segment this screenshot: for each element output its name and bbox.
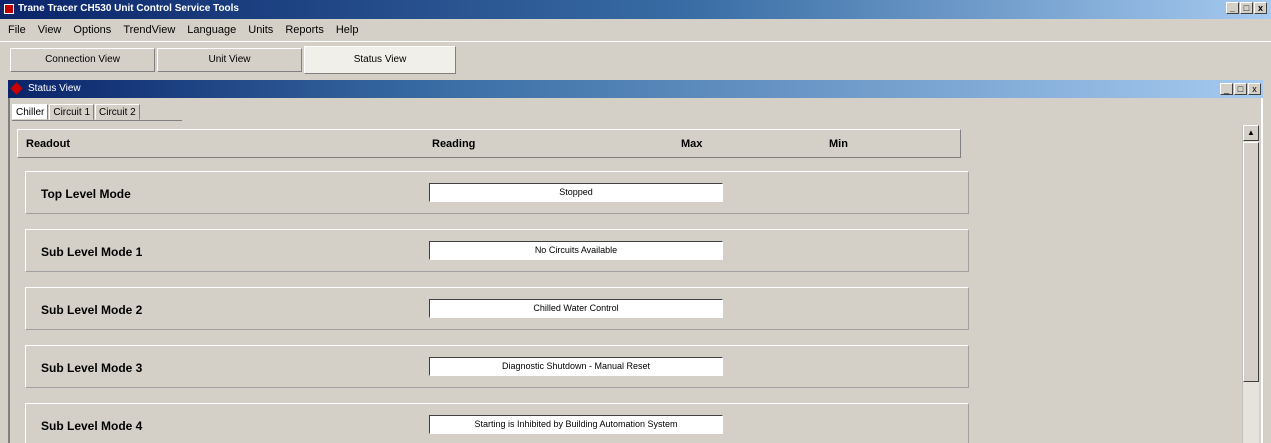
menu-bar: File View Options TrendView Language Uni… xyxy=(0,19,1271,41)
row-label: Sub Level Mode 3 xyxy=(41,361,143,375)
menu-help[interactable]: Help xyxy=(330,24,365,36)
scroll-up-button[interactable]: ▲ xyxy=(1243,125,1259,141)
table-row: Sub Level Mode 2 Chilled Water Control xyxy=(25,287,969,330)
menu-view[interactable]: View xyxy=(32,24,68,36)
row-label: Sub Level Mode 2 xyxy=(41,303,143,317)
title-bar: Trane Tracer CH530 Unit Control Service … xyxy=(0,0,1271,19)
reading-field: Starting is Inhibited by Building Automa… xyxy=(429,415,723,434)
app-icon xyxy=(4,4,14,14)
tab-circuit-2[interactable]: Circuit 2 xyxy=(95,104,140,120)
table-row: Top Level Mode Stopped xyxy=(25,171,969,214)
status-view-icon xyxy=(10,82,23,95)
reading-field: No Circuits Available xyxy=(429,241,723,260)
column-readout: Readout xyxy=(26,138,70,150)
row-label: Sub Level Mode 1 xyxy=(41,245,143,259)
tab-circuit-1[interactable]: Circuit 1 xyxy=(49,104,95,120)
close-button[interactable]: x xyxy=(1254,2,1267,14)
child-minimize-button[interactable]: _ xyxy=(1220,83,1233,95)
tab-chiller[interactable]: Chiller xyxy=(12,104,49,120)
reading-field: Diagnostic Shutdown - Manual Reset xyxy=(429,357,723,376)
menu-units[interactable]: Units xyxy=(242,24,279,36)
menu-reports[interactable]: Reports xyxy=(279,24,330,36)
row-label: Sub Level Mode 4 xyxy=(41,419,143,433)
menu-options[interactable]: Options xyxy=(67,24,117,36)
tab-connection-view[interactable]: Connection View xyxy=(10,48,155,72)
reading-field: Chilled Water Control xyxy=(429,299,723,318)
column-min: Min xyxy=(829,138,848,150)
child-close-button[interactable]: x xyxy=(1248,83,1261,95)
status-view-title-bar: Status View _ □ x xyxy=(8,80,1263,98)
table-row: Sub Level Mode 4 Starting is Inhibited b… xyxy=(25,403,969,443)
child-maximize-button[interactable]: □ xyxy=(1234,83,1247,95)
minimize-button[interactable]: _ xyxy=(1226,2,1239,14)
column-max: Max xyxy=(681,138,703,150)
row-label: Top Level Mode xyxy=(41,187,131,201)
column-reading: Reading xyxy=(432,138,476,150)
maximize-button[interactable]: □ xyxy=(1240,2,1253,14)
table-header: Readout Reading Max Min xyxy=(17,129,961,158)
reading-field: Stopped xyxy=(429,183,723,202)
tab-status-view[interactable]: Status View xyxy=(304,46,456,74)
vertical-scrollbar[interactable]: ▲ xyxy=(1242,125,1259,443)
menu-trendview[interactable]: TrendView xyxy=(117,24,181,36)
view-tab-bar: Connection View Unit View Status View xyxy=(0,41,1271,76)
scroll-thumb[interactable] xyxy=(1243,142,1259,382)
menu-file[interactable]: File xyxy=(2,24,32,36)
sub-tab-divider xyxy=(12,120,182,121)
table-row: Sub Level Mode 3 Diagnostic Shutdown - M… xyxy=(25,345,969,388)
tab-unit-view[interactable]: Unit View xyxy=(157,48,302,72)
status-view-title: Status View xyxy=(28,83,81,94)
table-row: Sub Level Mode 1 No Circuits Available xyxy=(25,229,969,272)
menu-language[interactable]: Language xyxy=(181,24,242,36)
sub-tab-bar: Chiller Circuit 1 Circuit 2 xyxy=(12,104,141,120)
window-title: Trane Tracer CH530 Unit Control Service … xyxy=(18,3,239,14)
